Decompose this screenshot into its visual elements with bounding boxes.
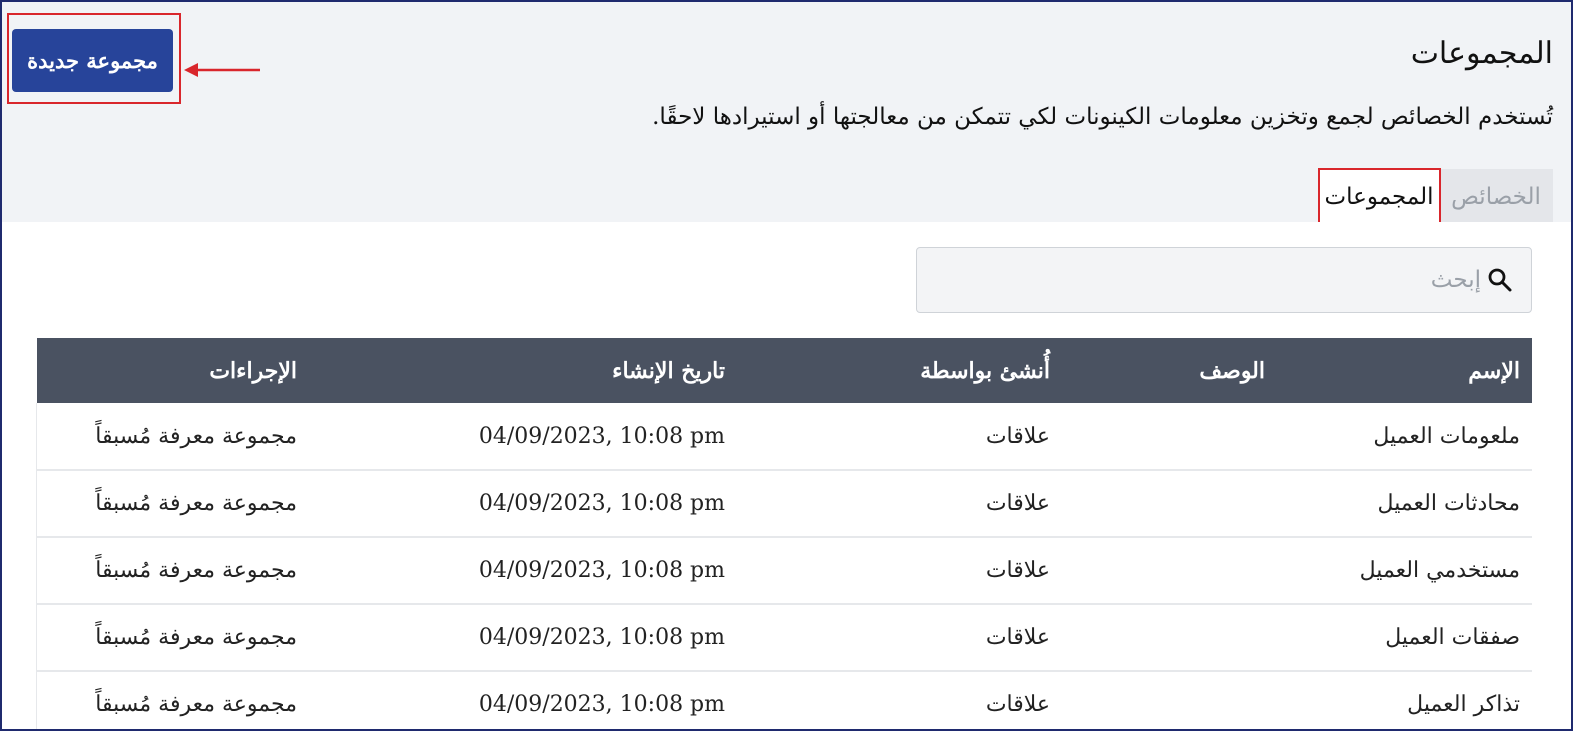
cell-created-at: 04/09/2023, 10:08 pm [309,671,737,729]
cell-description [1062,604,1277,672]
cell-name: مستخدمي العميل [1277,537,1532,605]
cell-created-by: علاقات [737,604,1062,672]
cell-name: ملعومات العميل [1277,403,1532,471]
cell-created-at: 04/09/2023, 10:08 pm [309,470,737,538]
table-row[interactable]: مستخدمي العميل علاقات 04/09/2023, 10:08 … [36,537,1532,605]
screenshot-frame: المجموعات تُستخدم الخصائص لجمع وتخزين مع… [0,0,1573,731]
cell-created-by: علاقات [737,537,1062,605]
cell-created-by: علاقات [737,671,1062,729]
cell-created-at: 04/09/2023, 10:08 pm [309,537,737,605]
search-box [916,247,1532,313]
search-icon[interactable] [1483,263,1517,297]
cell-name: محادثات العميل [1277,470,1532,538]
cell-description [1062,470,1277,538]
column-header-description[interactable]: الوصف [1062,338,1277,403]
cell-name: صفقات العميل [1277,604,1532,672]
table-row[interactable]: محادثات العميل علاقات 04/09/2023, 10:08 … [36,470,1532,538]
cell-actions: مجموعة معرفة مُسبقاً [36,403,309,471]
cell-actions: مجموعة معرفة مُسبقاً [36,537,309,605]
cell-created-by: علاقات [737,403,1062,471]
cell-created-at: 04/09/2023, 10:08 pm [309,604,737,672]
cell-description [1062,537,1277,605]
column-header-actions: الإجراءات [36,338,309,403]
cell-actions: مجموعة معرفة مُسبقاً [36,671,309,729]
cell-actions: مجموعة معرفة مُسبقاً [36,470,309,538]
arrow-left-icon [184,63,260,77]
search-input[interactable] [917,248,1483,312]
table-row[interactable]: تذاكر العميل علاقات 04/09/2023, 10:08 pm… [36,671,1532,729]
tab-properties[interactable]: الخصائص [1439,169,1553,224]
column-header-created-by[interactable]: أُنشئ بواسطة [737,338,1062,403]
tab-groups[interactable]: المجموعات [1319,169,1439,224]
new-group-button[interactable]: مجموعة جديدة [12,29,173,92]
table-row[interactable]: صفقات العميل علاقات 04/09/2023, 10:08 pm… [36,604,1532,672]
cell-name: تذاكر العميل [1277,671,1532,729]
cell-created-at: 04/09/2023, 10:08 pm [309,403,737,471]
tabs-bar: الخصائص المجموعات [1319,169,1553,224]
cell-created-by: علاقات [737,470,1062,538]
page-title: المجموعات [1410,36,1553,71]
column-header-created-at[interactable]: تاريخ الإنشاء [309,338,737,403]
table-row[interactable]: ملعومات العميل علاقات 04/09/2023, 10:08 … [36,403,1532,471]
cell-actions: مجموعة معرفة مُسبقاً [36,604,309,672]
column-header-name[interactable]: الإسم [1277,338,1532,403]
groups-table: الإسم الوصف أُنشئ بواسطة تاريخ الإنشاء ا… [36,338,1532,729]
cell-description [1062,403,1277,471]
page-description: تُستخدم الخصائص لجمع وتخزين معلومات الكي… [652,104,1553,130]
table-header-row: الإسم الوصف أُنشئ بواسطة تاريخ الإنشاء ا… [36,338,1532,403]
cell-description [1062,671,1277,729]
